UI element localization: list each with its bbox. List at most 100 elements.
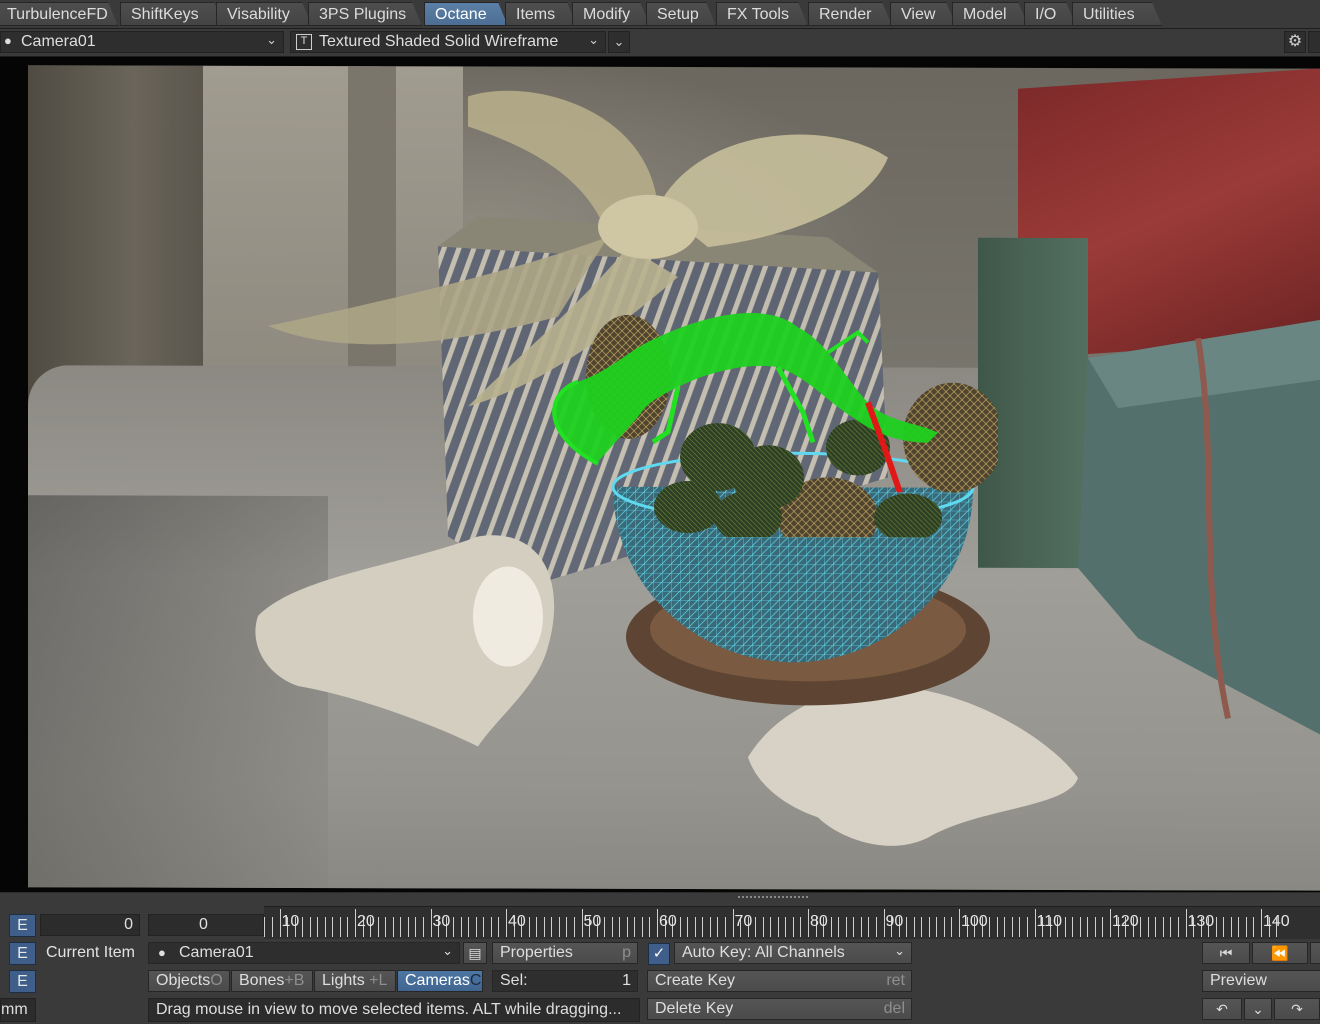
lights-label: Lights bbox=[322, 972, 365, 989]
create-key-button[interactable]: Create Key ret bbox=[647, 970, 912, 992]
timeline-tick bbox=[619, 917, 621, 937]
tab-utilities[interactable]: Utilities bbox=[1072, 2, 1162, 26]
timeline-tick bbox=[845, 917, 847, 937]
preview-label: Preview bbox=[1210, 972, 1267, 989]
timeline-tick bbox=[430, 909, 432, 937]
resize-grip[interactable] bbox=[738, 896, 808, 900]
timeline-tick bbox=[558, 917, 560, 937]
viewport-maximize-button[interactable] bbox=[1308, 31, 1320, 53]
camera-icon: ● bbox=[158, 945, 166, 960]
item-list-button[interactable]: ▤ bbox=[463, 942, 487, 964]
timeline-tick bbox=[770, 917, 772, 937]
current-frame-field[interactable]: 0 bbox=[40, 914, 140, 936]
auto-key-label: Auto Key: All Channels bbox=[682, 944, 845, 961]
undo-button[interactable]: ↶ bbox=[1202, 998, 1242, 1020]
timeline-tick bbox=[490, 917, 492, 937]
e-button-item[interactable]: E bbox=[9, 942, 36, 965]
cameras-label: Cameras bbox=[405, 972, 470, 989]
lights-button[interactable]: Lights +L bbox=[314, 970, 396, 992]
tab-3ps-plugins[interactable]: 3PS Plugins bbox=[308, 2, 422, 26]
tab-model[interactable]: Model bbox=[952, 2, 1028, 26]
timeline-tick bbox=[921, 917, 923, 937]
history-dropdown-button[interactable]: ⌄ bbox=[1244, 998, 1272, 1020]
timeline-tick bbox=[634, 917, 636, 937]
timeline-tick bbox=[1177, 917, 1179, 937]
timeline-tick bbox=[679, 917, 681, 937]
tab-octane[interactable]: Octane bbox=[424, 2, 508, 26]
tab-view[interactable]: View bbox=[890, 2, 956, 26]
objects-label: Objects bbox=[156, 972, 211, 989]
objects-button[interactable]: ObjectsO bbox=[148, 970, 230, 992]
timeline-tick-label: 30 bbox=[432, 913, 451, 930]
bones-button[interactable]: Bones+B bbox=[231, 970, 313, 992]
transport-overflow-button[interactable] bbox=[1310, 942, 1320, 964]
tab-turbulencefd[interactable]: TurbulenceFD bbox=[0, 2, 118, 26]
tab-setup[interactable]: Setup bbox=[646, 2, 716, 26]
timeline-tick bbox=[830, 917, 832, 937]
checkmark-icon: ✓ bbox=[652, 945, 666, 962]
timeline-tick bbox=[777, 917, 779, 937]
preview-button[interactable]: Preview bbox=[1202, 970, 1320, 992]
timeline-tick bbox=[453, 917, 455, 937]
camera-viewport[interactable] bbox=[0, 57, 1320, 892]
current-item-select[interactable]: ● Camera01 ⌄ bbox=[148, 942, 460, 964]
camera-select[interactable]: ● Camera01 ⌄ bbox=[0, 31, 284, 53]
timeline-tick bbox=[1245, 917, 1247, 937]
tab-items[interactable]: Items bbox=[505, 2, 577, 26]
timeline-tick bbox=[913, 917, 915, 937]
timeline-tick-label: 20 bbox=[357, 913, 375, 930]
e-button-frame[interactable]: E bbox=[9, 914, 36, 937]
timeline-tick bbox=[800, 917, 802, 937]
chevron-down-icon: ⌄ bbox=[894, 943, 905, 958]
timeline-tick bbox=[1110, 909, 1111, 937]
tab-render[interactable]: Render bbox=[808, 2, 892, 26]
textured-icon: T bbox=[296, 34, 312, 50]
bones-label: Bones bbox=[239, 972, 285, 989]
selection-count-field: Sel: 1 bbox=[492, 970, 638, 992]
timeline-tick bbox=[1064, 917, 1066, 937]
timeline-tick bbox=[717, 917, 719, 937]
tab-io[interactable]: I/O bbox=[1024, 2, 1076, 26]
go-to-start-button[interactable]: ⏮ bbox=[1202, 942, 1250, 964]
timeline-tick bbox=[1170, 917, 1172, 937]
undo-icon: ↶ bbox=[1216, 1001, 1228, 1017]
tab-fx-tools[interactable]: FX Tools bbox=[716, 2, 808, 26]
units-value: mm bbox=[1, 1001, 28, 1018]
timeline-tick-label: 10 bbox=[281, 913, 300, 930]
viewport-divider[interactable] bbox=[0, 893, 1320, 903]
chevron-down-icon: ⌄ bbox=[266, 32, 277, 47]
timeline-ruler[interactable]: 10 20 30 40 50 60 70 80 90 100 110 120 130 140 bbox=[264, 906, 1320, 939]
timeline-tick-label: 140 bbox=[1263, 913, 1290, 930]
wireframe-lizard bbox=[552, 313, 938, 493]
timeline-tick bbox=[1094, 917, 1096, 937]
timeline-tick bbox=[1011, 917, 1013, 937]
tab-visability[interactable]: Visability bbox=[216, 2, 312, 26]
viewport-settings-button[interactable]: ⚙ bbox=[1284, 31, 1306, 53]
timeline-tick bbox=[415, 917, 417, 937]
timeline-tick bbox=[400, 917, 402, 937]
start-frame-field[interactable]: 0 bbox=[148, 914, 264, 936]
timeline-tick bbox=[943, 917, 945, 937]
timeline-tick bbox=[732, 909, 734, 937]
properties-button[interactable]: Properties p bbox=[492, 942, 638, 964]
timeline-tick bbox=[694, 917, 696, 937]
timeline-tick bbox=[1155, 917, 1157, 937]
cameras-button[interactable]: CamerasC bbox=[397, 970, 483, 992]
delete-key-button[interactable]: Delete Key del bbox=[647, 998, 912, 1020]
auto-key-checkbox[interactable]: ✓ bbox=[648, 943, 670, 965]
previous-key-button[interactable]: ⏪ bbox=[1252, 942, 1308, 964]
auto-key-select[interactable]: Auto Key: All Channels ⌄ bbox=[674, 942, 912, 964]
tab-shiftkeys[interactable]: ShiftKeys bbox=[120, 2, 224, 26]
lightwave-layout-window: TurbulenceFD ShiftKeys Visability 3PS Pl… bbox=[0, 0, 1320, 1024]
timeline-tick bbox=[792, 917, 794, 937]
timeline-tick bbox=[906, 917, 908, 937]
timeline-tick bbox=[385, 917, 387, 937]
viewport-options-button[interactable]: ⌄ bbox=[608, 31, 630, 53]
timeline-tick bbox=[1185, 909, 1187, 937]
e-button-sel[interactable]: E bbox=[9, 970, 36, 993]
redo-button[interactable]: ↷ bbox=[1274, 998, 1320, 1020]
tab-modify[interactable]: Modify bbox=[572, 2, 650, 26]
render-mode-select[interactable]: T Textured Shaded Solid Wireframe ⌄ bbox=[290, 31, 606, 53]
timeline-tick bbox=[1230, 917, 1232, 937]
viewport-header: ● Camera01 ⌄ T Textured Shaded Solid Wir… bbox=[0, 29, 1320, 57]
